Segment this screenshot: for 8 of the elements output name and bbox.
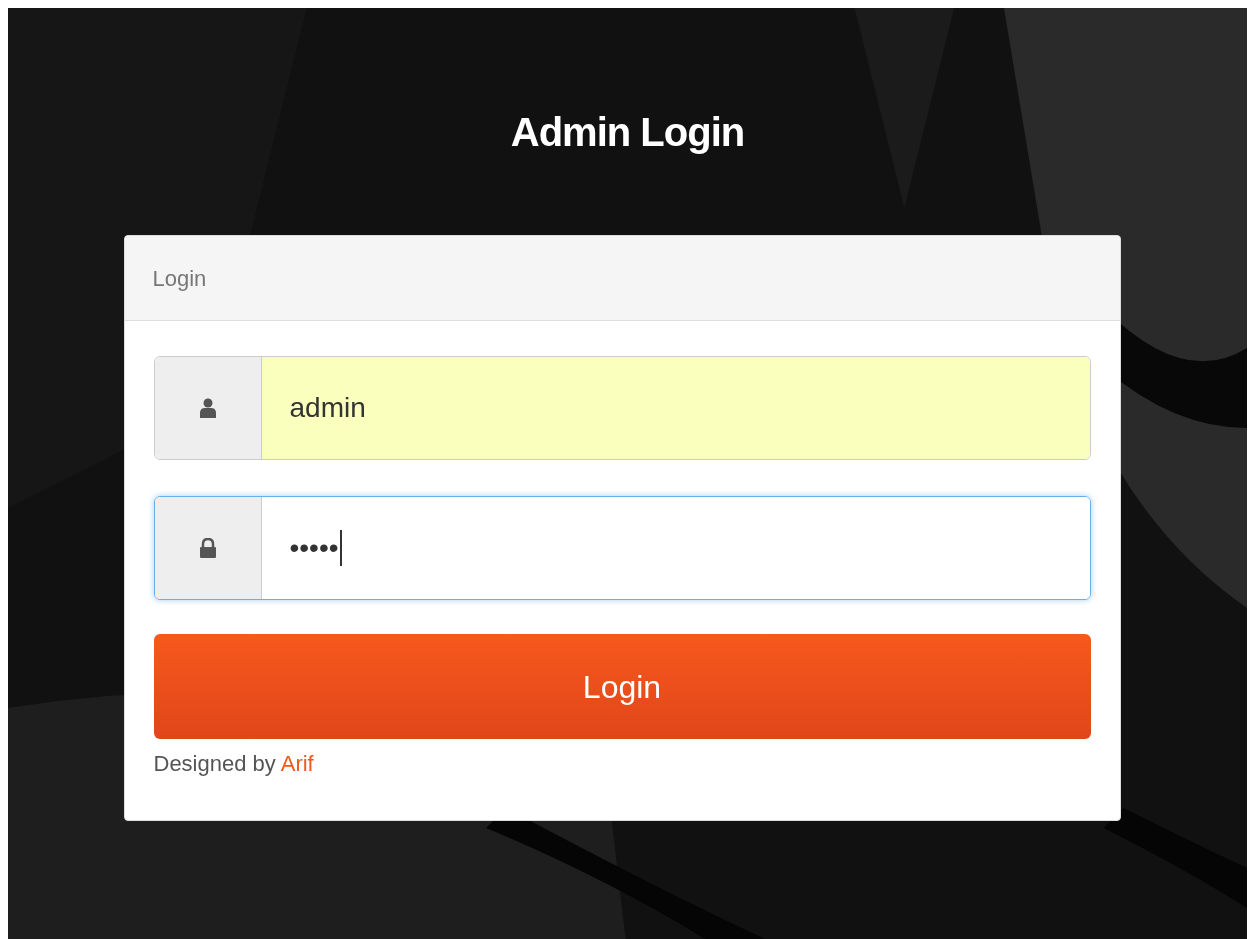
panel-heading: Login <box>152 264 207 293</box>
login-button[interactable]: Login <box>153 634 1091 739</box>
credit-text: Designed by Arif <box>153 750 315 778</box>
lock-icon <box>199 538 216 558</box>
input-field[interactable]: admin <box>153 356 1091 460</box>
input-field[interactable]: ••••• <box>153 496 1091 600</box>
page-title: Admin Login <box>510 109 745 156</box>
user-icon <box>199 398 216 418</box>
